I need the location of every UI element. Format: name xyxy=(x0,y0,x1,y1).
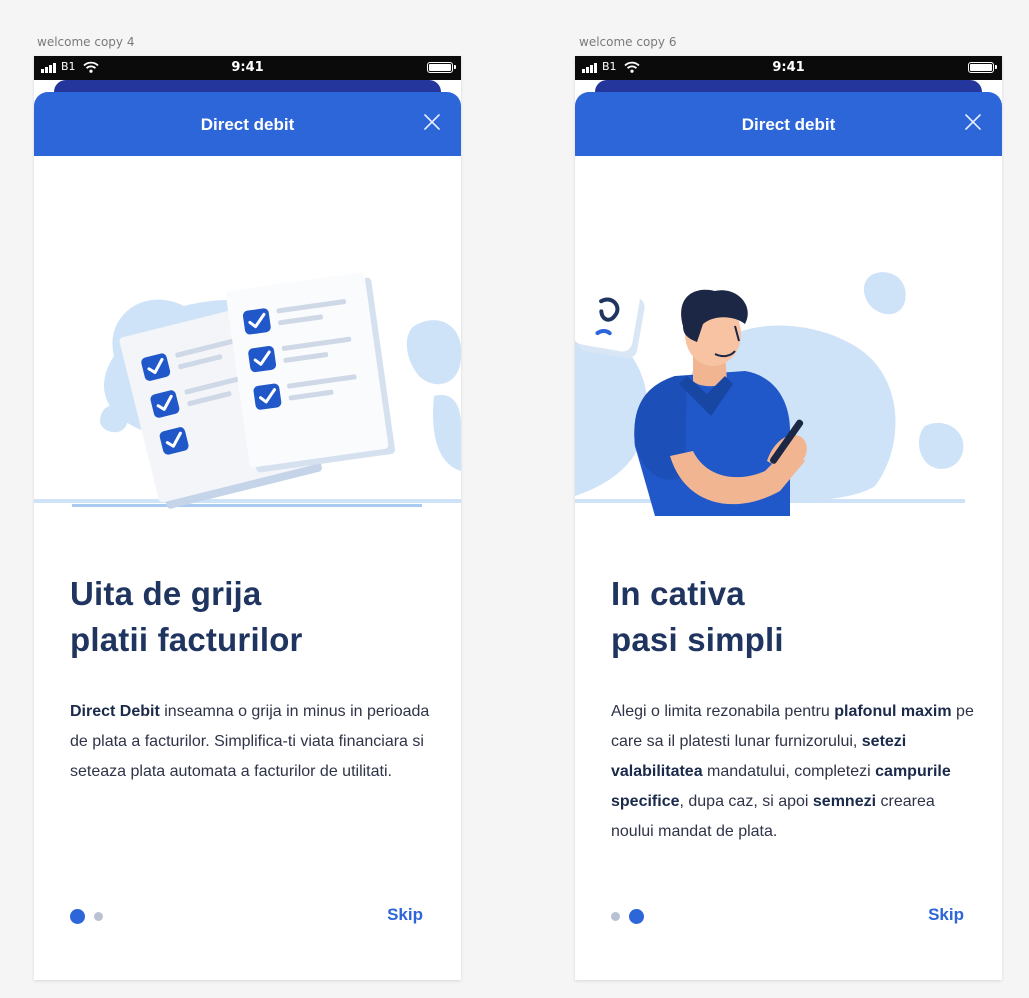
modal-header: Direct debit xyxy=(575,92,1002,156)
status-time: 9:41 xyxy=(772,60,805,75)
skip-button[interactable]: Skip xyxy=(387,905,423,925)
desc-bold: plafonul maxim xyxy=(834,703,952,720)
battery-icon xyxy=(968,62,997,73)
desc-bold: semnezi xyxy=(812,793,877,810)
artboard-label: welcome copy 6 xyxy=(579,35,677,49)
heading-line-1: In cativa xyxy=(611,575,745,612)
artboard-label: welcome copy 4 xyxy=(37,35,135,49)
onboarding-description: Direct Debit inseamna o grija in minus i… xyxy=(70,697,440,787)
heading-line-2: pasi simpli xyxy=(611,621,784,658)
close-icon[interactable] xyxy=(962,111,984,133)
modal-header: Direct debit xyxy=(34,92,461,156)
skip-button[interactable]: Skip xyxy=(928,905,964,925)
onboarding-description: Alegi o limita rezonabila pentru plafonu… xyxy=(611,697,981,847)
onboarding-heading: Uita de grija platii facturilor xyxy=(70,571,303,663)
modal-title: Direct debit xyxy=(741,115,836,134)
pagination-dots xyxy=(611,909,644,924)
page-dot-2[interactable] xyxy=(629,909,644,924)
modal-title: Direct debit xyxy=(200,115,295,134)
heading-line-1: Uita de grija xyxy=(70,575,262,612)
desc-text: Alegi o limita rezonabila pentru xyxy=(611,703,835,720)
desc-text: , dupa caz, si apoi xyxy=(679,793,813,810)
page-dot-2[interactable] xyxy=(94,912,103,921)
pagination-dots xyxy=(70,909,103,924)
page-dot-1[interactable] xyxy=(611,912,620,921)
man-with-phone-illustration xyxy=(575,272,965,516)
phone-screen-2: B1 9:41 Direct debit In cativa pasi simp… xyxy=(575,56,1002,980)
onboarding-heading: In cativa pasi simpli xyxy=(611,571,784,663)
status-bar: B1 9:41 xyxy=(34,56,461,80)
status-bar: B1 9:41 xyxy=(575,56,1002,80)
desc-bold: Direct Debit xyxy=(70,703,160,720)
checklist-illustration xyxy=(34,272,461,509)
page-dot-1[interactable] xyxy=(70,909,85,924)
phone-screen-1: B1 9:41 Direct debit Uita de grija plati… xyxy=(34,56,461,980)
status-time: 9:41 xyxy=(231,60,264,75)
heading-line-2: platii facturilor xyxy=(70,621,303,658)
close-icon[interactable] xyxy=(421,111,443,133)
battery-icon xyxy=(427,62,456,73)
desc-text: mandatului, completezi xyxy=(702,763,876,780)
